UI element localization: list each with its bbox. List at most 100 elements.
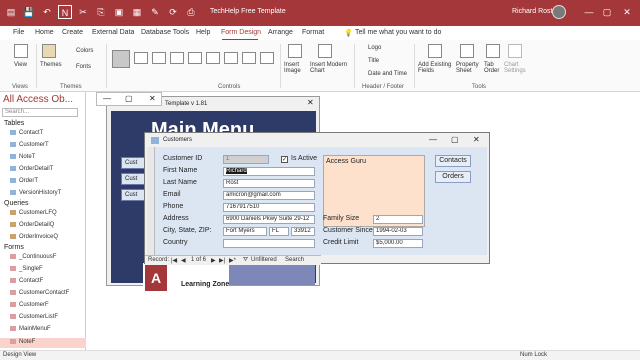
nav-item-table[interactable]: CustomerT bbox=[10, 142, 49, 148]
button-icon[interactable] bbox=[170, 52, 184, 64]
menu-home[interactable]: Home bbox=[35, 29, 54, 36]
insert-chart-button[interactable]: Insert Modern Chart bbox=[310, 62, 350, 74]
nav-item-form[interactable]: ContactF bbox=[10, 278, 43, 284]
nav-item-query[interactable]: OrderInvoiceQ bbox=[10, 234, 58, 240]
design-icon[interactable]: ✎ bbox=[148, 5, 162, 19]
avatar[interactable] bbox=[552, 5, 566, 19]
property-sheet-button[interactable]: Property Sheet bbox=[456, 62, 482, 74]
nav-item-form[interactable]: CustomerF bbox=[10, 302, 49, 308]
nav-category-queries[interactable]: Queries bbox=[4, 200, 29, 207]
orders-button[interactable]: Orders bbox=[435, 171, 471, 183]
tab-order-icon[interactable] bbox=[486, 44, 500, 58]
filter-status[interactable]: Unfiltered bbox=[251, 257, 277, 263]
refresh-icon[interactable]: ⟳ bbox=[166, 5, 180, 19]
cut-icon[interactable]: ✂ bbox=[76, 5, 90, 19]
add-fields-button[interactable]: Add Existing Fields bbox=[418, 62, 452, 74]
address-field[interactable]: 6900 Daniels Pkwy Suite 29-12 bbox=[223, 215, 315, 224]
copy-icon[interactable]: ⎘ bbox=[94, 5, 108, 19]
table-icon[interactable]: ▦ bbox=[130, 5, 144, 19]
state-field[interactable]: FL bbox=[269, 227, 289, 236]
undo-icon[interactable]: ↶ bbox=[40, 5, 54, 19]
city-field[interactable]: Fort Myers bbox=[223, 227, 267, 236]
title-button[interactable]: Title bbox=[368, 58, 379, 64]
tab-order-button[interactable]: Tab Order bbox=[484, 62, 502, 74]
view-button[interactable]: View bbox=[14, 62, 27, 68]
family-size-field[interactable]: 2 bbox=[373, 215, 423, 224]
contacts-button[interactable]: Contacts bbox=[435, 155, 471, 167]
nav-item-form[interactable]: CustomerListF bbox=[10, 314, 58, 320]
print-icon[interactable]: ⎙ bbox=[184, 5, 198, 19]
colors-button[interactable]: Colors bbox=[76, 48, 93, 54]
menu-arrange[interactable]: Arrange bbox=[268, 29, 293, 36]
next-record-icon[interactable]: ▶ bbox=[211, 257, 216, 264]
chart-settings-icon[interactable] bbox=[508, 44, 522, 58]
nav-item-table[interactable]: NoteT bbox=[10, 154, 35, 160]
nav-category-tables[interactable]: Tables bbox=[4, 120, 24, 127]
nav-item-form[interactable]: CustomerContactF bbox=[10, 290, 69, 296]
customer-id-field[interactable]: 1 bbox=[223, 155, 269, 164]
themes-icon[interactable] bbox=[42, 44, 56, 58]
email-field[interactable]: amicron@gmail.com bbox=[223, 191, 315, 200]
insert-image-button[interactable]: Insert Image bbox=[284, 62, 308, 74]
menu-external-data[interactable]: External Data bbox=[92, 29, 134, 36]
fonts-button[interactable]: Fonts bbox=[76, 64, 91, 70]
textbox-icon[interactable] bbox=[134, 52, 148, 64]
close-icon[interactable]: ✕ bbox=[307, 98, 314, 107]
chart-settings-button[interactable]: Chart Settings bbox=[504, 62, 528, 74]
credit-limit-field[interactable]: $5,000.00 bbox=[373, 239, 423, 248]
nav-item-form[interactable]: _ContinuousF bbox=[10, 254, 56, 260]
close-icon[interactable]: ✕ bbox=[620, 6, 634, 18]
menu-format[interactable]: Format bbox=[302, 29, 324, 36]
minimize-icon[interactable]: — bbox=[429, 135, 437, 144]
maximize-icon[interactable]: ▢ bbox=[451, 135, 459, 144]
nav-item-query[interactable]: CustomerLFQ bbox=[10, 210, 57, 216]
record-selector[interactable] bbox=[147, 147, 155, 255]
new-record-icon[interactable]: ▶* bbox=[229, 257, 236, 264]
menu-database-tools[interactable]: Database Tools bbox=[141, 29, 189, 36]
hyperlink-icon[interactable] bbox=[206, 52, 220, 64]
customer-since-field[interactable]: 1994-02-03 bbox=[373, 227, 423, 236]
zip-field[interactable]: 33912 bbox=[291, 227, 315, 236]
combo-box-icon[interactable] bbox=[242, 52, 256, 64]
nav-category-forms[interactable]: Forms bbox=[4, 244, 24, 251]
is-active-checkbox[interactable]: ✓ bbox=[281, 156, 288, 163]
label-icon[interactable] bbox=[152, 52, 166, 64]
nav-item-query[interactable]: OrderDetailQ bbox=[10, 222, 54, 228]
menu-help[interactable]: Help bbox=[196, 29, 210, 36]
view-icon[interactable] bbox=[14, 44, 28, 58]
menu-form-design[interactable]: Form Design bbox=[221, 29, 261, 36]
logo-button[interactable]: Logo bbox=[368, 45, 381, 51]
country-field[interactable] bbox=[223, 239, 315, 248]
menu-file[interactable]: File bbox=[13, 29, 24, 36]
nav-search-input[interactable]: Search... bbox=[2, 108, 78, 117]
save-icon[interactable]: 💾 bbox=[22, 5, 36, 19]
maximize-icon[interactable]: ▢ bbox=[600, 6, 614, 18]
property-sheet-icon[interactable] bbox=[460, 44, 474, 58]
nav-item-form-selected[interactable]: NoteF bbox=[10, 339, 35, 345]
close-icon[interactable]: ✕ bbox=[473, 135, 480, 144]
record-search-input[interactable]: Search bbox=[285, 257, 304, 263]
paste-icon[interactable]: ▣ bbox=[112, 5, 126, 19]
phone-field[interactable]: 7167917510 bbox=[223, 203, 315, 212]
nav-item-table[interactable]: OrderT bbox=[10, 178, 38, 184]
nav-item-form[interactable]: _SingleF bbox=[10, 266, 43, 272]
minimize-icon[interactable]: — bbox=[582, 6, 596, 18]
first-record-icon[interactable]: |◀ bbox=[171, 257, 177, 264]
nav-title[interactable]: All Access Ob... bbox=[3, 94, 73, 105]
insert-chart-icon[interactable] bbox=[318, 44, 332, 58]
nav-item-form[interactable]: MainMenuF bbox=[10, 326, 51, 332]
last-record-icon[interactable]: ▶| bbox=[219, 257, 225, 264]
maximize-icon[interactable]: ▢ bbox=[125, 94, 133, 103]
tell-me-input[interactable]: Tell me what you want to do bbox=[355, 29, 441, 36]
home-grid-icon[interactable]: N bbox=[58, 5, 72, 19]
add-fields-icon[interactable] bbox=[428, 44, 442, 58]
select-pointer-icon[interactable] bbox=[112, 50, 130, 68]
first-name-field[interactable]: Richard bbox=[223, 167, 315, 176]
date-time-button[interactable]: Date and Time bbox=[368, 71, 407, 77]
nav-item-table[interactable]: ContactT bbox=[10, 130, 43, 136]
prev-record-icon[interactable]: ◀ bbox=[181, 257, 186, 264]
minimize-icon[interactable]: — bbox=[103, 94, 111, 103]
more-controls-icon[interactable] bbox=[260, 52, 274, 64]
navigation-icon[interactable] bbox=[224, 52, 238, 64]
record-position[interactable]: 1 of 6 bbox=[191, 257, 206, 263]
